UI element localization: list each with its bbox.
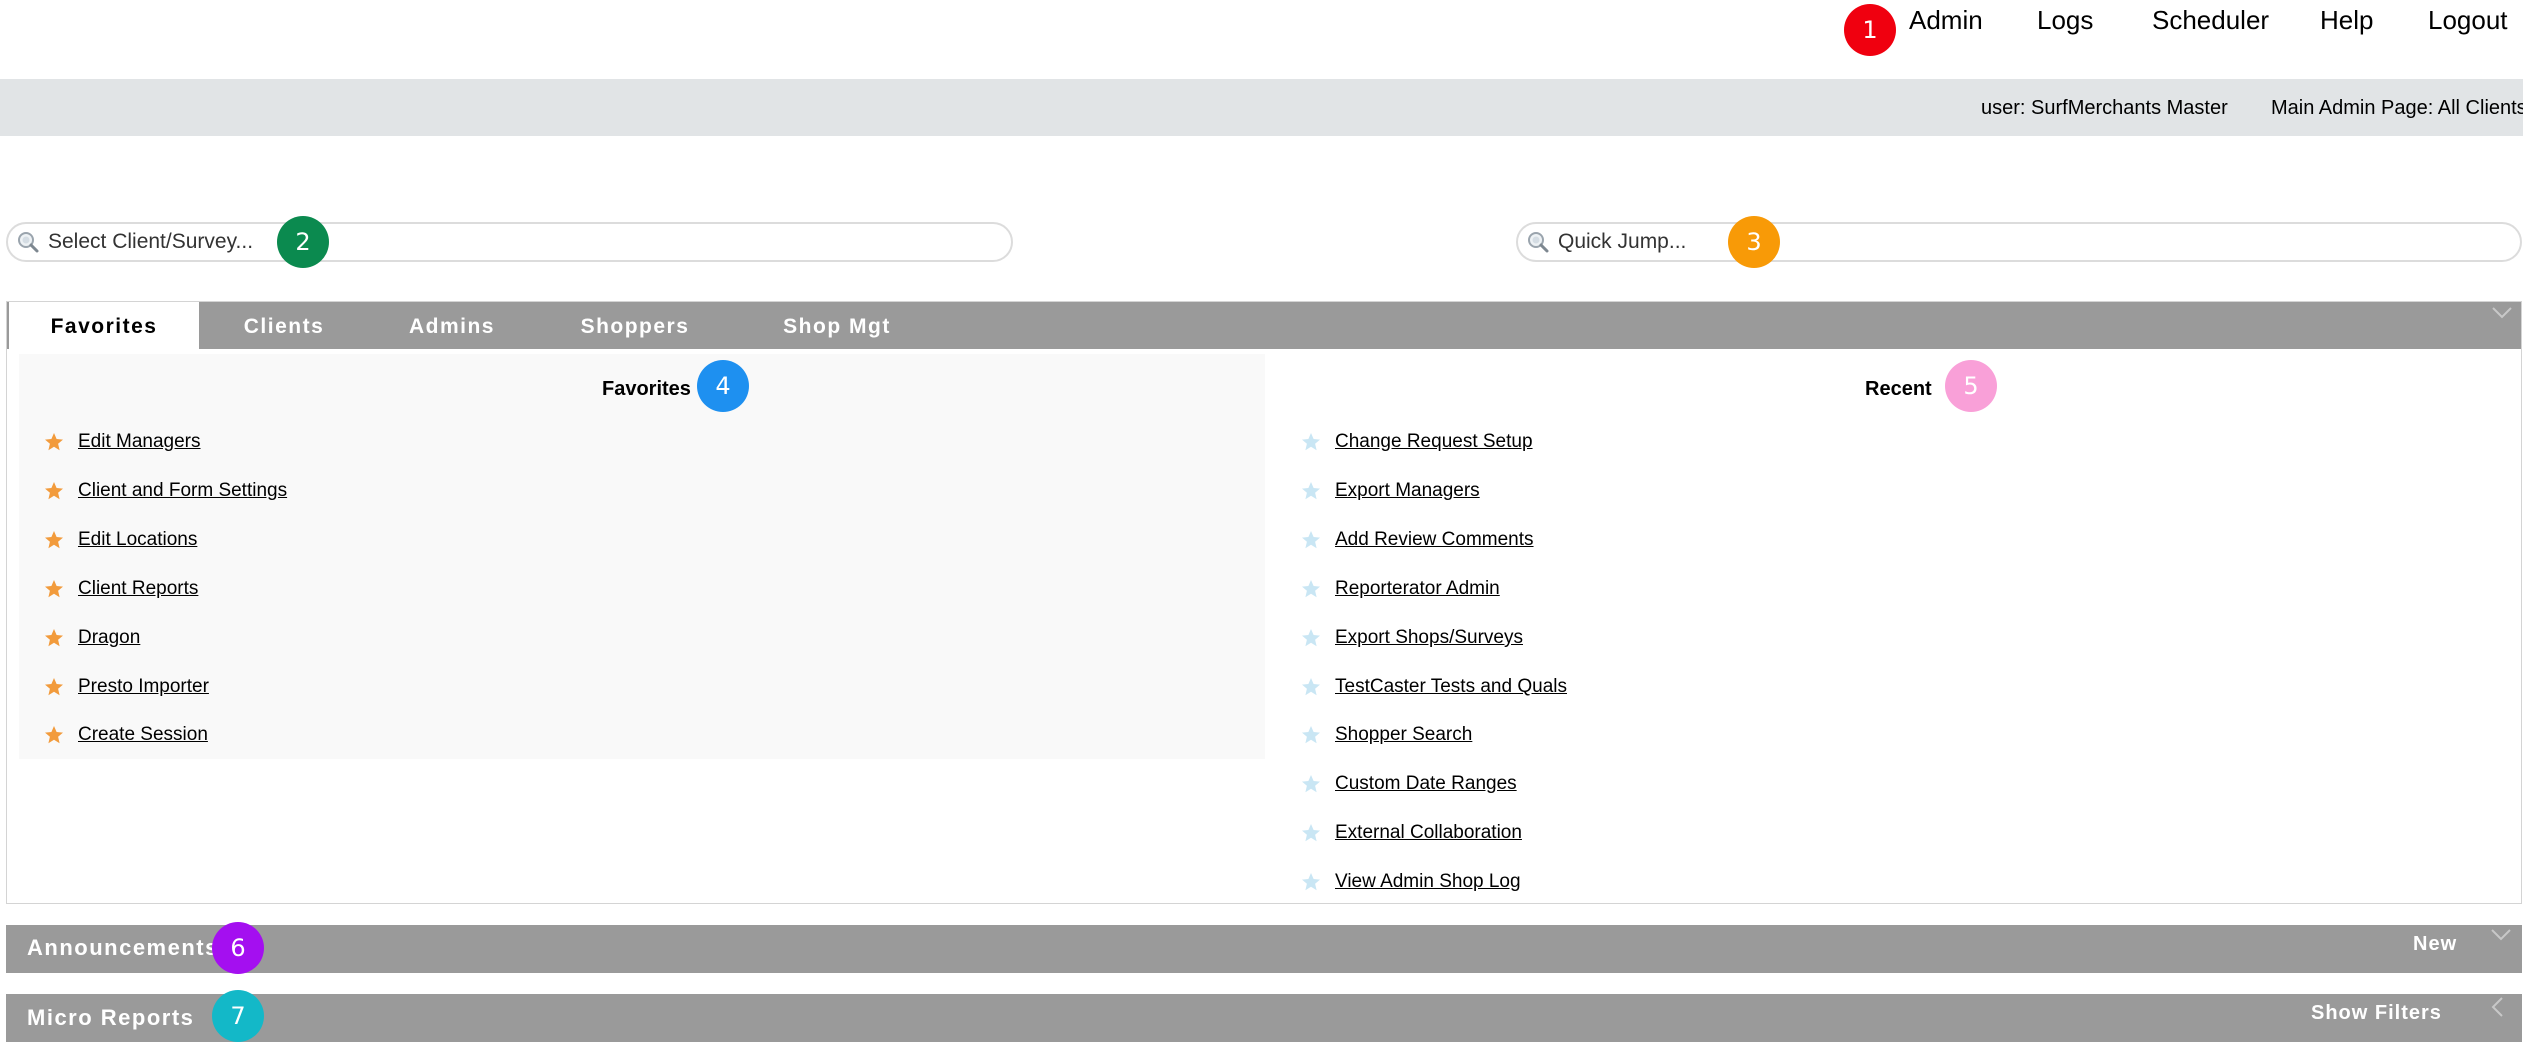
star-light-icon[interactable] <box>1301 481 1321 501</box>
star-light-icon[interactable] <box>1301 725 1321 745</box>
badge-1: 1 <box>1844 4 1896 56</box>
star-light-icon[interactable] <box>1301 628 1321 648</box>
star-filled-icon[interactable] <box>44 628 64 648</box>
micro-reports-title: Micro Reports <box>27 1005 195 1030</box>
star-filled-icon[interactable] <box>44 530 64 550</box>
recent-link[interactable]: Shopper Search <box>1335 724 1472 746</box>
magnifier-icon <box>1528 232 1549 253</box>
recent-link[interactable]: TestCaster Tests and Quals <box>1335 676 1567 698</box>
top-nav: Admin Logs Scheduler Help Logout <box>0 0 2523 79</box>
chevron-down-icon[interactable] <box>2490 928 2512 942</box>
nav-scheduler[interactable]: Scheduler <box>2152 4 2269 36</box>
announcements-section[interactable]: Announcements New <box>6 925 2522 973</box>
current-page: Main Admin Page: All Clients <box>2271 97 2523 119</box>
tab-bar: Favorites Clients Admins Shoppers Shop M… <box>7 302 2521 349</box>
badge-3: 3 <box>1728 216 1780 268</box>
recent-link[interactable]: Reporterator Admin <box>1335 578 1500 600</box>
client-survey-search[interactable] <box>6 222 1013 262</box>
nav-help[interactable]: Help <box>2320 4 2373 36</box>
recent-link[interactable]: Custom Date Ranges <box>1335 773 1517 795</box>
tab-clients[interactable]: Clients <box>219 302 349 349</box>
recent-title: Recent <box>1865 378 1932 400</box>
favorite-link[interactable]: Client Reports <box>78 578 198 600</box>
badge-7: 7 <box>212 990 264 1042</box>
recent-link[interactable]: Export Managers <box>1335 480 1480 502</box>
favorite-link[interactable]: Edit Managers <box>78 431 201 453</box>
star-light-icon[interactable] <box>1301 677 1321 697</box>
favorites-column: Favorites Edit Managers Client and Form … <box>19 354 1265 759</box>
favorite-link[interactable]: Presto Importer <box>78 676 209 698</box>
recent-link[interactable]: Change Request Setup <box>1335 431 1533 453</box>
tab-shop-mgt[interactable]: Shop Mgt <box>757 302 917 349</box>
favorites-title: Favorites <box>602 378 691 400</box>
show-filters-button[interactable]: Show Filters <box>2311 1002 2442 1025</box>
star-filled-icon[interactable] <box>44 677 64 697</box>
magnifier-icon <box>18 232 39 253</box>
new-announcement-button[interactable]: New <box>2413 933 2457 956</box>
recent-link[interactable]: View Admin Shop Log <box>1335 871 1521 893</box>
badge-2: 2 <box>277 216 329 268</box>
star-light-icon[interactable] <box>1301 579 1321 599</box>
nav-admin[interactable]: Admin <box>1909 4 1983 36</box>
chevron-left-icon[interactable] <box>2490 996 2504 1018</box>
badge-5: 5 <box>1945 360 1997 412</box>
star-filled-icon[interactable] <box>44 432 64 452</box>
star-filled-icon[interactable] <box>44 481 64 501</box>
micro-reports-section[interactable]: Micro Reports Show Filters <box>6 994 2522 1042</box>
tabs-panel: Favorites Clients Admins Shoppers Shop M… <box>6 301 2522 904</box>
chevron-down-icon[interactable] <box>2491 306 2513 320</box>
nav-logout[interactable]: Logout <box>2428 4 2508 36</box>
star-light-icon[interactable] <box>1301 432 1321 452</box>
star-light-icon[interactable] <box>1301 530 1321 550</box>
recent-link[interactable]: Export Shops/Surveys <box>1335 627 1523 649</box>
recent-link[interactable]: External Collaboration <box>1335 822 1522 844</box>
favorite-link[interactable]: Create Session <box>78 724 208 746</box>
tab-shoppers[interactable]: Shoppers <box>565 302 705 349</box>
favorite-link[interactable]: Edit Locations <box>78 529 197 551</box>
star-filled-icon[interactable] <box>44 725 64 745</box>
recent-link[interactable]: Add Review Comments <box>1335 529 1534 551</box>
star-light-icon[interactable] <box>1301 872 1321 892</box>
badge-6: 6 <box>212 922 264 974</box>
announcements-title: Announcements <box>27 935 219 960</box>
favorite-link[interactable]: Dragon <box>78 627 140 649</box>
star-light-icon[interactable] <box>1301 823 1321 843</box>
badge-4: 4 <box>697 360 749 412</box>
user-bar: user: SurfMerchants Master Main Admin Pa… <box>0 79 2523 136</box>
quick-jump-search[interactable] <box>1516 222 2522 262</box>
favorite-link[interactable]: Client and Form Settings <box>78 480 287 502</box>
current-user: user: SurfMerchants Master <box>1981 97 2228 119</box>
tab-favorites[interactable]: Favorites <box>9 302 199 349</box>
client-survey-input[interactable] <box>48 226 448 258</box>
tab-admins[interactable]: Admins <box>387 302 517 349</box>
star-light-icon[interactable] <box>1301 774 1321 794</box>
star-filled-icon[interactable] <box>44 579 64 599</box>
nav-logs[interactable]: Logs <box>2037 4 2093 36</box>
recent-column: Recent Change Request Setup Export Manag… <box>1265 354 2515 899</box>
